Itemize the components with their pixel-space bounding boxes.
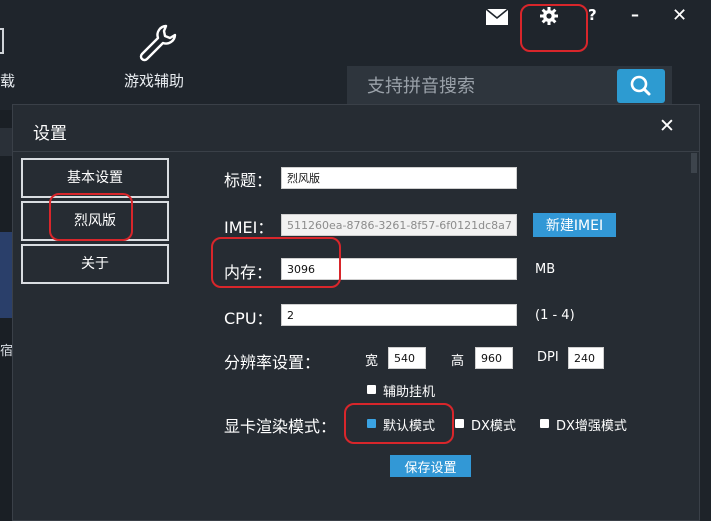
annotation-circle-gear <box>520 4 588 52</box>
render-mode-label: 显卡渲染模式： <box>224 417 337 436</box>
assist-hook-label[interactable]: 辅助挂机 <box>383 381 435 400</box>
new-imei-button[interactable]: 新建IMEI <box>533 213 616 237</box>
background-game-thumbnail[interactable] <box>0 232 12 318</box>
width-field[interactable] <box>388 347 426 369</box>
search-input[interactable] <box>347 66 612 106</box>
game-assist-label[interactable]: 游戏辅助 <box>124 70 184 91</box>
dpi-label: DPI <box>537 350 559 365</box>
save-settings-button[interactable]: 保存设置 <box>390 455 471 477</box>
imei-label: IMEI： <box>224 218 274 237</box>
dx-enhanced-mode-radio[interactable] <box>540 419 549 428</box>
mail-icon[interactable] <box>485 8 509 26</box>
cpu-range: (1 - 4) <box>535 308 575 323</box>
search-icon <box>630 75 651 96</box>
title-label: 标题： <box>224 171 273 190</box>
width-label: 宽 <box>365 354 379 369</box>
dx-enhanced-mode-label[interactable]: DX增强模式 <box>556 415 627 434</box>
partial-tool-icon <box>0 28 4 54</box>
dialog-close-icon[interactable]: ✕ <box>659 115 675 137</box>
partial-tool-label: 载 <box>0 72 16 90</box>
annotation-circle-render-mode <box>344 403 454 444</box>
annotation-circle-memory <box>211 237 341 288</box>
memory-unit: MB <box>535 262 556 277</box>
height-label: 高 <box>451 354 465 369</box>
dialog-scrollbar[interactable] <box>691 153 697 173</box>
settings-dialog: 设置 ✕ 基本设置 烈风版 关于 标题： IMEI： 新建IMEI 内存： MB… <box>12 104 700 521</box>
dialog-title: 设置 <box>33 124 67 144</box>
close-window-button[interactable]: ✕ <box>672 5 687 26</box>
help-button[interactable]: ? <box>588 6 597 24</box>
height-field[interactable] <box>475 347 513 369</box>
search-bar <box>347 66 672 106</box>
assist-hook-checkbox[interactable] <box>367 385 376 394</box>
imei-field[interactable] <box>281 214 517 236</box>
wrench-icon[interactable] <box>136 22 180 66</box>
dx-mode-label[interactable]: DX模式 <box>471 415 516 434</box>
cpu-label: CPU： <box>224 309 273 328</box>
background-tab[interactable] <box>0 128 12 156</box>
nav-basic-settings[interactable]: 基本设置 <box>21 158 169 198</box>
cpu-field[interactable] <box>281 304 517 326</box>
minimize-button[interactable]: – <box>631 5 639 24</box>
resolution-label: 分辨率设置： <box>224 353 321 372</box>
dpi-field[interactable] <box>568 347 604 369</box>
title-field[interactable] <box>281 167 517 189</box>
dx-mode-radio[interactable] <box>455 419 464 428</box>
dialog-divider <box>13 151 699 152</box>
search-button[interactable] <box>617 69 665 103</box>
annotation-circle-nav <box>49 193 133 241</box>
nav-about[interactable]: 关于 <box>21 244 169 284</box>
